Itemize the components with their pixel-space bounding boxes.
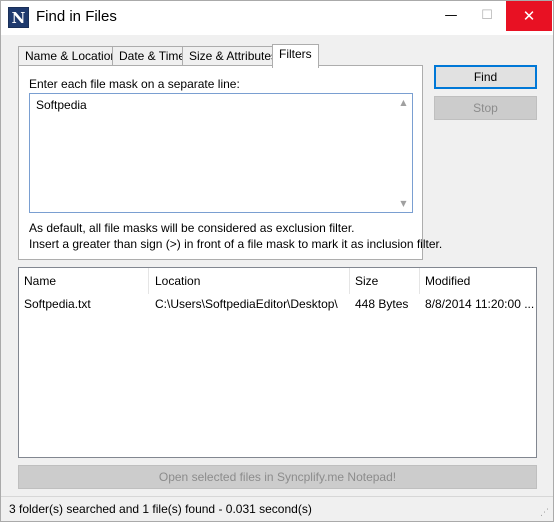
tab-date-time[interactable]: Date & Time: [112, 46, 193, 67]
minimize-button[interactable]: —: [433, 1, 469, 31]
cell-size: 448 Bytes: [355, 297, 409, 311]
file-mask-textarea[interactable]: Softpedia ▲ ▼: [29, 93, 413, 213]
tab-filters[interactable]: Filters: [272, 44, 319, 68]
status-text: 3 folder(s) searched and 1 file(s) found…: [9, 502, 312, 516]
scroll-down-icon[interactable]: ▼: [395, 195, 412, 212]
status-bar: 3 folder(s) searched and 1 file(s) found…: [1, 496, 553, 521]
cell-location: C:\Users\SoftpediaEditor\Desktop\: [155, 297, 338, 311]
title-bar[interactable]: N Find in Files — ☐ ✕: [1, 1, 553, 35]
resize-grip-icon[interactable]: ⋰: [540, 508, 550, 518]
column-header-size[interactable]: Size: [350, 268, 420, 294]
filters-panel: Enter each file mask on a separate line:…: [18, 65, 442, 260]
column-header-modified[interactable]: Modified: [420, 268, 536, 294]
tab-name-location[interactable]: Name & Location: [18, 46, 125, 67]
scroll-up-icon[interactable]: ▲: [395, 94, 412, 111]
mask-scrollbar[interactable]: ▲ ▼: [395, 94, 412, 212]
results-list[interactable]: Name Location Size Modified Softpedia.tx…: [18, 267, 537, 458]
column-header-location[interactable]: Location: [150, 268, 350, 294]
find-in-files-window: N Find in Files — ☐ ✕ Name & Location Da…: [0, 0, 554, 522]
cell-modified: 8/8/2014 11:20:00 ...: [425, 297, 535, 311]
window-title: Find in Files: [36, 8, 117, 25]
tab-size-attributes[interactable]: Size & Attributes: [182, 46, 285, 67]
stop-button[interactable]: Stop: [434, 96, 537, 120]
column-header-name[interactable]: Name: [19, 268, 149, 294]
close-button[interactable]: ✕: [506, 1, 552, 31]
find-button[interactable]: Find: [434, 65, 537, 89]
file-mask-prompt: Enter each file mask on a separate line:: [29, 77, 240, 91]
inclusion-note: Insert a greater than sign (>) in front …: [29, 237, 443, 251]
maximize-button[interactable]: ☐: [469, 1, 505, 31]
cell-name: Softpedia.txt: [24, 297, 91, 311]
exclusion-note: As default, all file masks will be consi…: [29, 221, 355, 235]
file-mask-value: Softpedia: [36, 98, 87, 112]
open-selected-files-button[interactable]: Open selected files in Syncplify.me Note…: [18, 465, 537, 489]
app-logo-icon: N: [8, 7, 29, 28]
table-row[interactable]: Softpedia.txt C:\Users\SoftpediaEditor\D…: [19, 294, 536, 314]
